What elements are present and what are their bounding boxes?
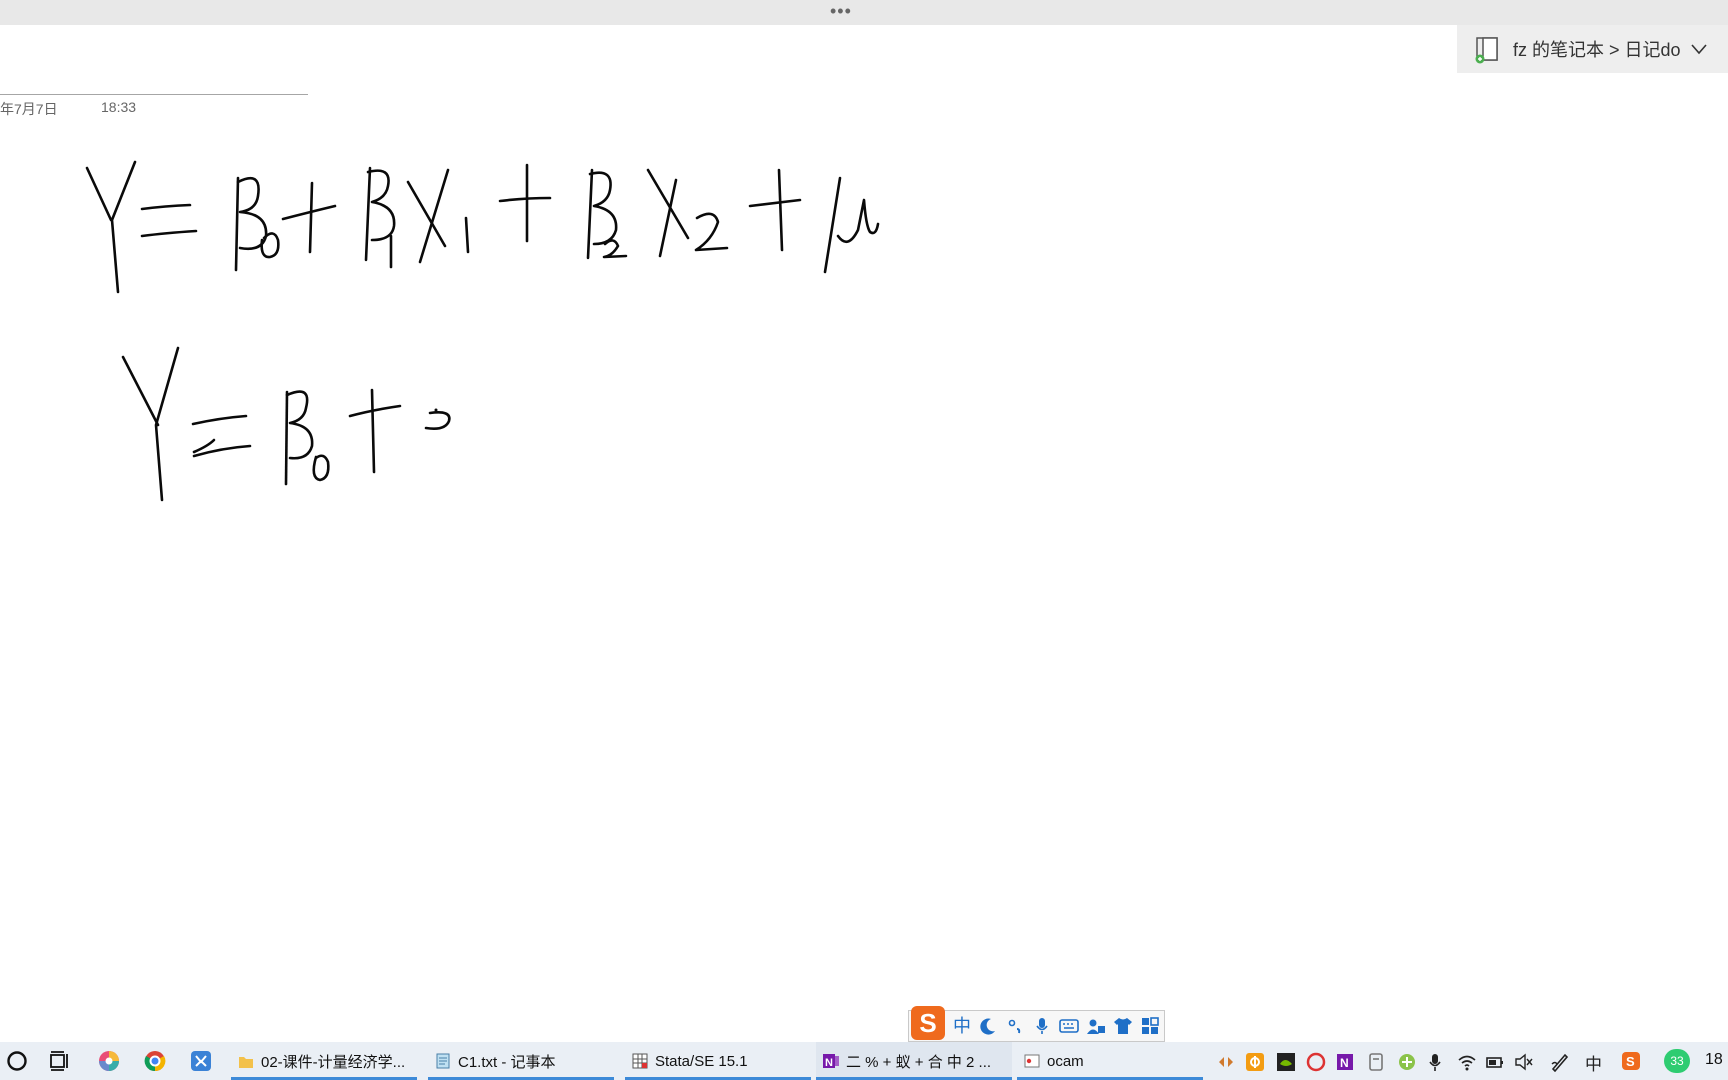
cortana-search-button[interactable]: [6, 1042, 28, 1080]
clock[interactable]: 18: [1705, 1051, 1723, 1069]
ime-toolbar[interactable]: S 中: [908, 1006, 1165, 1042]
moon-icon[interactable]: [978, 1017, 998, 1035]
svg-text:N: N: [1340, 1056, 1349, 1070]
green-status-badge[interactable]: 33: [1664, 1049, 1690, 1073]
punctuation-icon[interactable]: [1005, 1017, 1025, 1035]
task-ocam[interactable]: ocam: [1017, 1042, 1203, 1080]
svg-text:N: N: [825, 1057, 833, 1069]
task-label: 02-课件-计量经济学...: [261, 1053, 406, 1071]
task-folder[interactable]: 02-课件-计量经济学...: [231, 1042, 417, 1080]
skin-shirt-icon[interactable]: [1113, 1017, 1133, 1035]
task-stata[interactable]: Stata/SE 15.1: [625, 1042, 811, 1080]
handwriting-canvas[interactable]: [0, 0, 1728, 1080]
sogou-tray-icon[interactable]: S: [1621, 1051, 1641, 1071]
record-icon[interactable]: [1306, 1052, 1326, 1072]
task-label: 二 % + 蚁 + 合 中 2 ...: [846, 1053, 992, 1071]
tray-onenote-icon[interactable]: N: [1335, 1052, 1355, 1072]
printer-icon[interactable]: [1366, 1052, 1386, 1072]
svg-text:S: S: [1626, 1054, 1635, 1069]
sogou-logo-icon[interactable]: S: [911, 1006, 945, 1040]
task-notepad[interactable]: C1.txt - 记事本: [428, 1042, 614, 1080]
stata-icon: [632, 1053, 648, 1069]
nvidia-icon[interactable]: [1276, 1052, 1296, 1072]
ink-equation-1: [85, 160, 880, 294]
tray-orange-app-icon[interactable]: [1245, 1052, 1265, 1072]
notepad-icon: [436, 1053, 450, 1069]
ink-equation-2: [121, 346, 451, 502]
volume-muted-icon[interactable]: [1514, 1052, 1534, 1072]
cortana-circle-icon: [7, 1051, 27, 1071]
task-view-icon: [50, 1051, 68, 1071]
microphone-tray-icon[interactable]: [1425, 1052, 1445, 1072]
ocam-icon: [1024, 1054, 1040, 1068]
task-label: C1.txt - 记事本: [458, 1053, 556, 1071]
keyboard-icon[interactable]: [1059, 1017, 1079, 1035]
pen-icon[interactable]: [1550, 1052, 1570, 1072]
ime-mode-toggle[interactable]: 中: [953, 1014, 971, 1038]
blue-app-icon: [191, 1051, 211, 1071]
task-view-button[interactable]: [49, 1042, 71, 1080]
battery-icon[interactable]: [1485, 1052, 1505, 1072]
chrome-icon: [144, 1051, 166, 1072]
user-tools-icon[interactable]: [1086, 1017, 1106, 1035]
taskbar-app-colorful[interactable]: [98, 1042, 120, 1080]
taskbar: 02-课件-计量经济学... C1.txt - 记事本 Stata/SE 15.…: [0, 1042, 1728, 1080]
green-plus-icon[interactable]: [1397, 1052, 1417, 1072]
apps-grid-icon[interactable]: [1140, 1017, 1160, 1035]
task-onenote[interactable]: N 二 % + 蚁 + 合 中 2 ...: [816, 1042, 1012, 1080]
pinwheel-app-icon: [99, 1051, 119, 1071]
task-label: Stata/SE 15.1: [655, 1052, 748, 1070]
task-label: ocam: [1047, 1052, 1084, 1070]
tray-arrows-icon[interactable]: [1216, 1052, 1236, 1072]
taskbar-chrome[interactable]: [144, 1042, 166, 1080]
onenote-icon: N: [823, 1054, 839, 1069]
taskbar-blue-app[interactable]: [190, 1042, 212, 1080]
microphone-icon[interactable]: [1032, 1017, 1052, 1035]
tray-ime-indicator[interactable]: 中: [1585, 1050, 1605, 1074]
folder-icon: [239, 1057, 253, 1068]
wifi-icon[interactable]: [1457, 1052, 1477, 1072]
